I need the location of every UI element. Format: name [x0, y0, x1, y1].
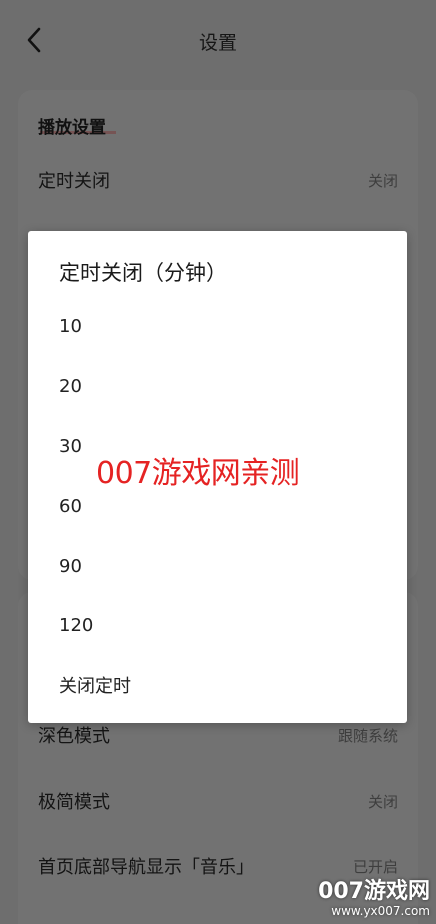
dark-mode-label: 深色模式	[38, 726, 110, 747]
nav-music-label: 首页底部导航显示「音乐」	[38, 857, 254, 878]
option-90[interactable]: 90	[28, 538, 407, 594]
option-close-timer[interactable]: 关闭定时	[28, 657, 407, 713]
simple-mode-row[interactable]: 极简模式 关闭	[18, 773, 418, 829]
simple-mode-label: 极简模式	[38, 792, 110, 813]
dark-mode-value: 跟随系统	[337, 726, 398, 745]
corner-watermark-logo: 007游戏网 www.yx007.com	[318, 879, 430, 919]
timer-close-row[interactable]: 定时关闭 关闭	[18, 152, 418, 208]
watermark-text: 007游戏网亲测	[96, 456, 300, 491]
simple-mode-value: 关闭	[367, 792, 398, 811]
app-header: 设置	[0, 0, 436, 84]
timer-close-value: 关闭	[367, 171, 398, 190]
corner-logo-url: www.yx007.com	[331, 904, 430, 918]
corner-logo-title: 007游戏网	[318, 879, 430, 904]
dialog-title: 定时关闭（分钟）	[59, 261, 227, 285]
option-10[interactable]: 10	[28, 298, 407, 354]
option-120[interactable]: 120	[28, 597, 407, 653]
section-title-playback: 播放设置	[38, 118, 106, 138]
page-title: 设置	[198, 32, 237, 54]
nav-music-value: 已开启	[352, 857, 398, 876]
timer-close-label: 定时关闭	[38, 171, 110, 192]
option-20[interactable]: 20	[28, 358, 407, 414]
